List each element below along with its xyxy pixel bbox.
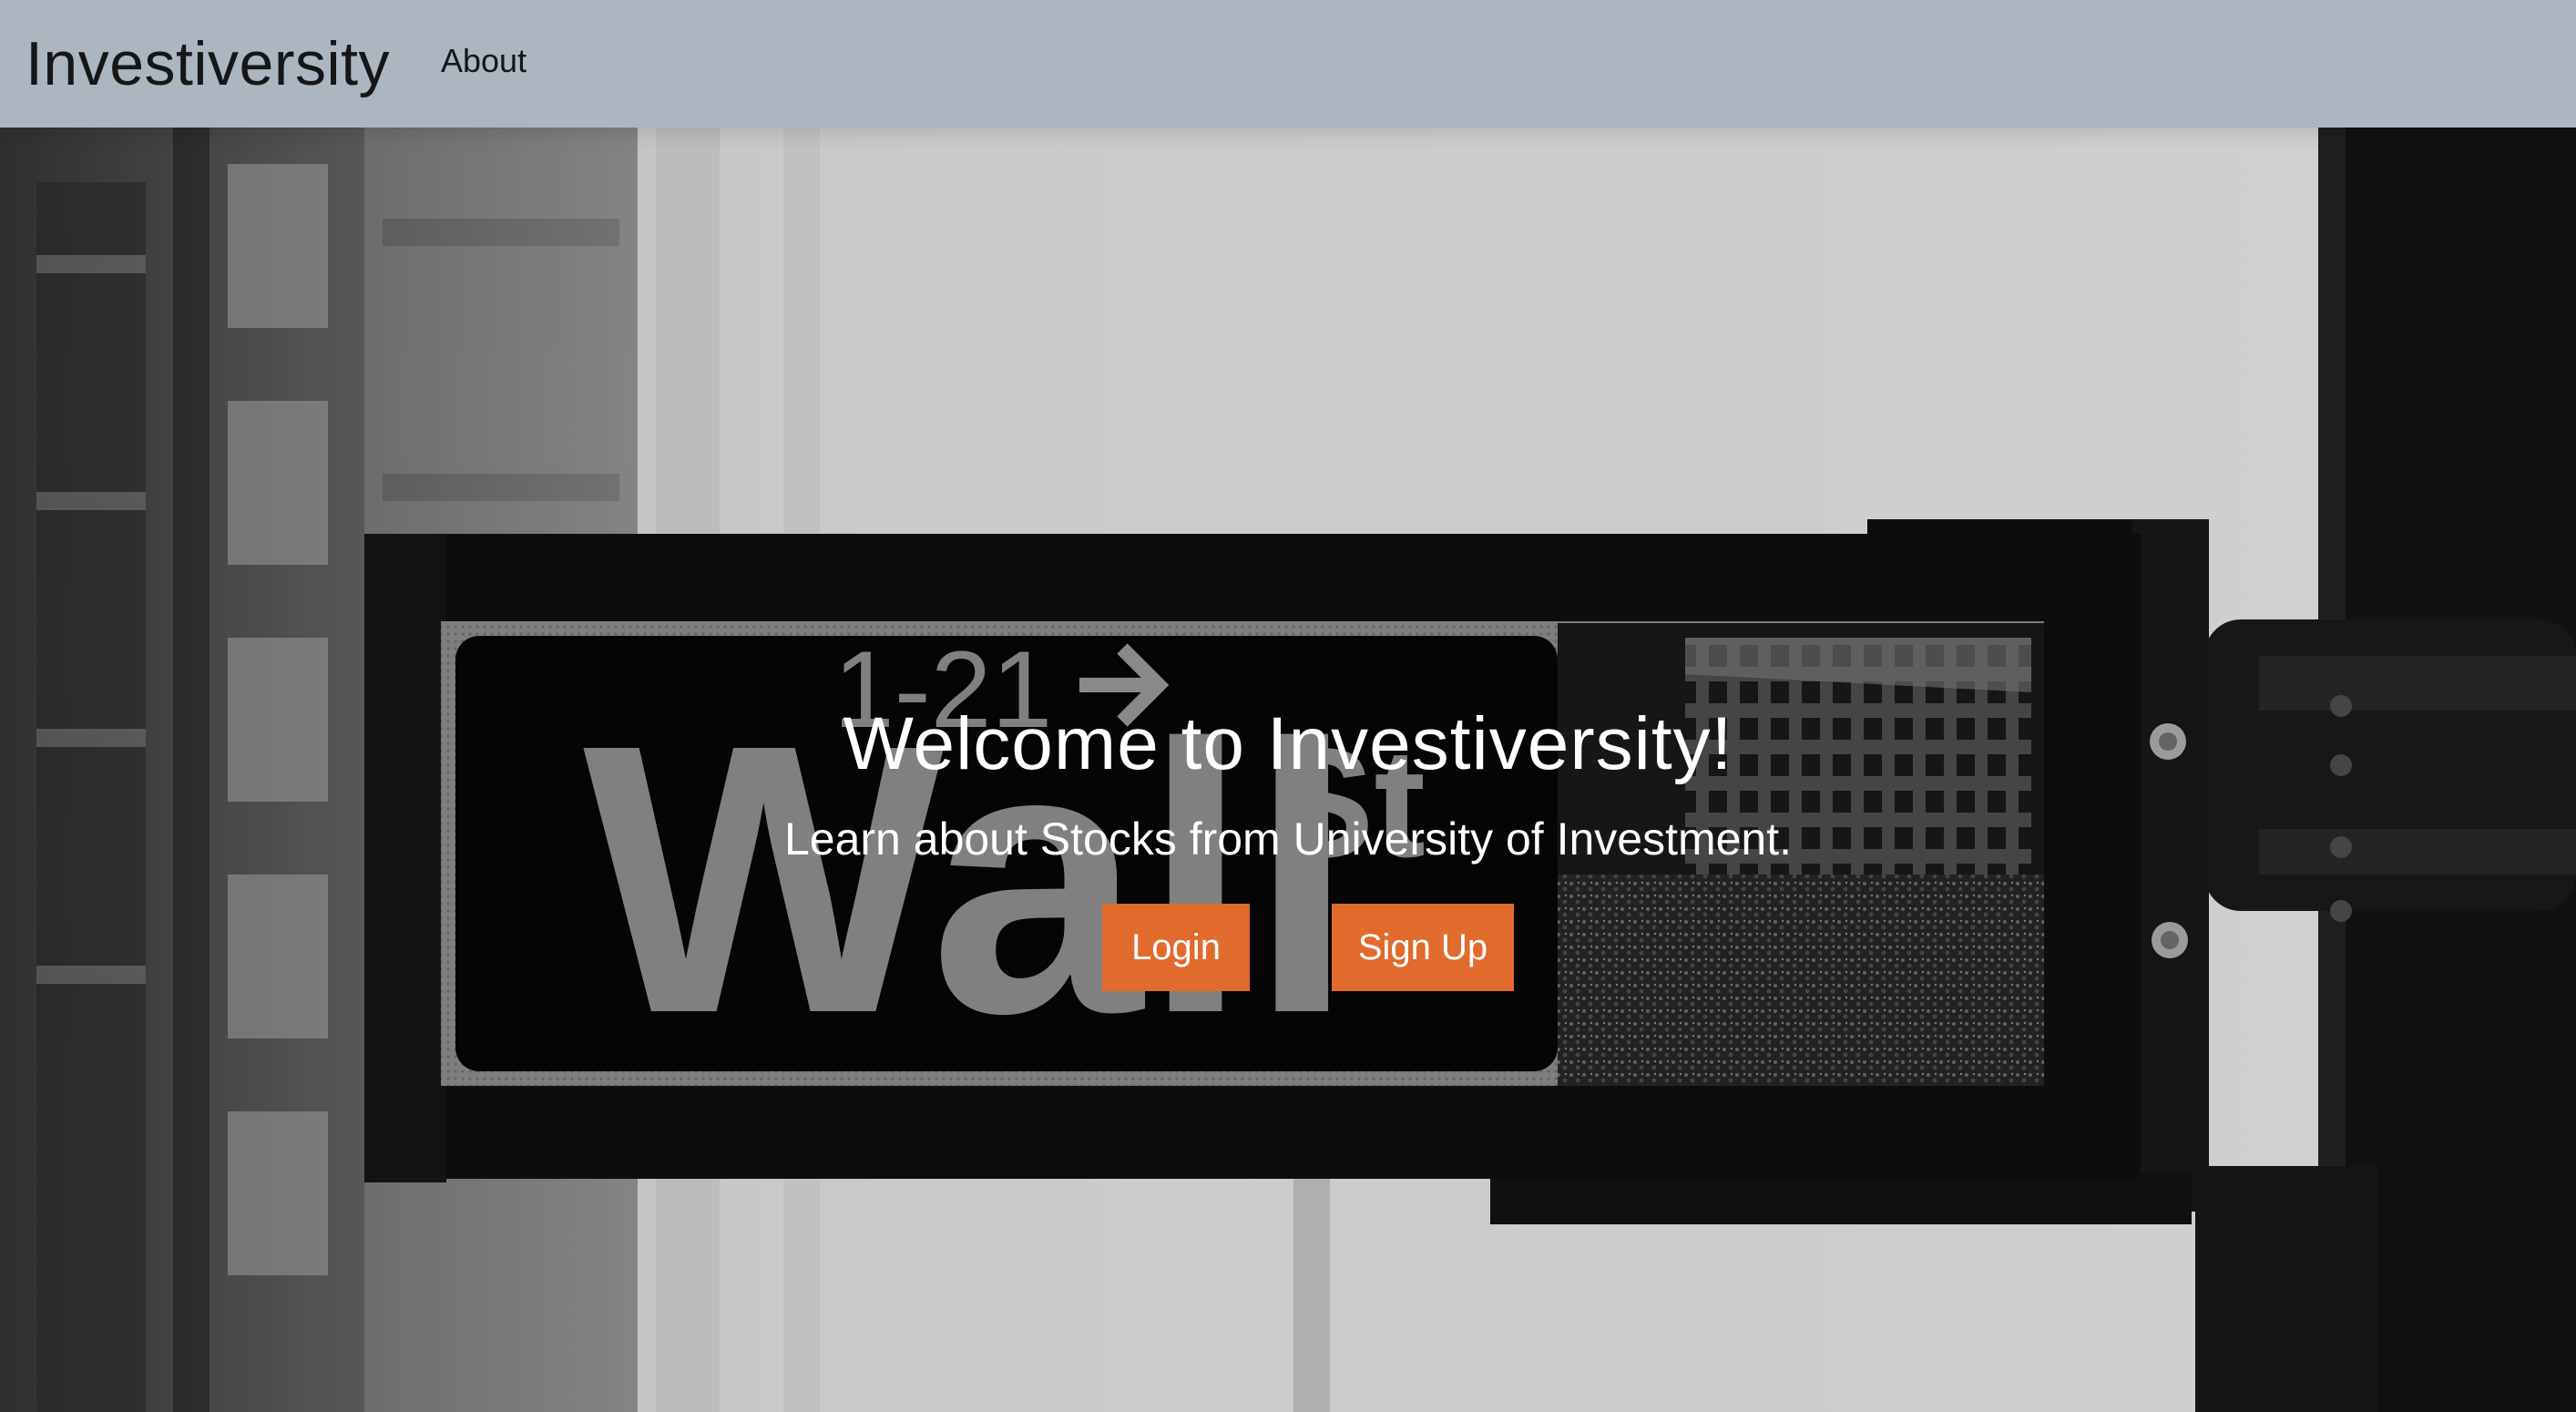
wall-street-sign-illustration: Wall St 1-21 xyxy=(0,128,2576,1412)
hero-background-image: Wall St 1-21 xyxy=(0,128,2576,1412)
nav-link-about[interactable]: About xyxy=(441,42,526,80)
brand-logo-link[interactable]: Investiversity xyxy=(26,28,390,99)
login-button[interactable]: Login xyxy=(1102,904,1250,991)
landing-page: Investiversity About Wall St 1-21 Welcom… xyxy=(0,0,2576,1412)
top-navbar: Investiversity About xyxy=(0,0,2576,128)
sign-up-button[interactable]: Sign Up xyxy=(1332,904,1514,991)
